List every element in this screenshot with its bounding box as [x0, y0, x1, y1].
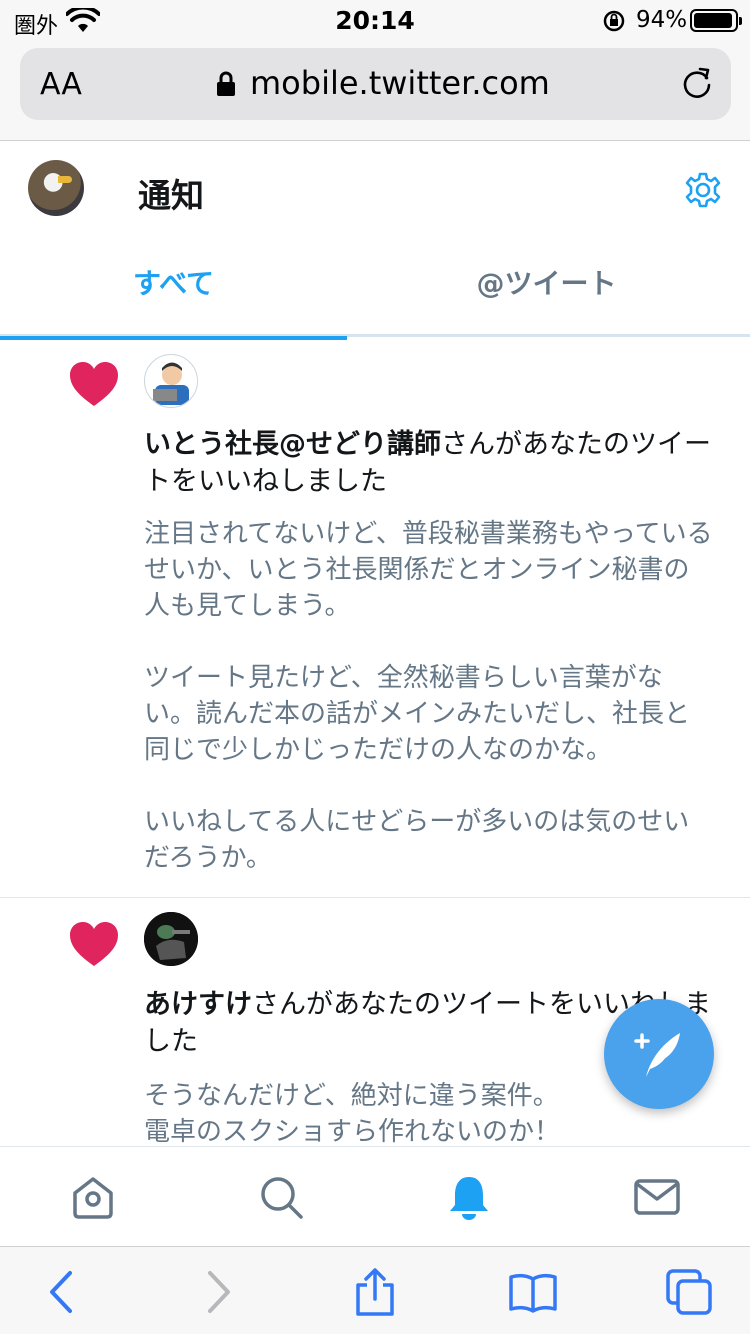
url-text[interactable]: mobile.twitter.com [250, 64, 550, 102]
page-title: 通知 [138, 176, 204, 215]
avatar-illustration-icon [144, 912, 198, 966]
my-avatar[interactable] [28, 160, 84, 216]
orientation-lock-icon [603, 10, 625, 32]
avatar-illustration-icon [153, 362, 189, 405]
tweet-paragraph: 電卓のスクショすら作れないのか！ [144, 1117, 561, 1146]
page-header: 通知 [0, 141, 750, 237]
address-bar[interactable]: AA mobile.twitter.com [20, 48, 731, 120]
gear-icon[interactable] [684, 171, 722, 209]
bell-icon[interactable] [445, 1173, 493, 1221]
tweet-paragraph: いいねしてる人にせどらーが多いのは気のせいだろうか。 [144, 807, 690, 873]
search-icon[interactable] [257, 1173, 305, 1221]
forward-icon[interactable] [192, 1267, 242, 1317]
notification-tabs: すべて @ツイート [0, 237, 750, 340]
heart-icon [70, 922, 118, 966]
tweet-paragraph: 注目されてないけど、普段秘書業務もやっているせいか、いとう社長関係だとオンライン… [144, 519, 713, 621]
user-avatar[interactable] [144, 354, 198, 408]
text-size-button[interactable]: AA [40, 67, 82, 102]
tabs-icon[interactable] [664, 1267, 714, 1317]
bottom-navigation [0, 1146, 750, 1246]
reload-icon[interactable] [680, 66, 714, 100]
notification-user-name[interactable]: あけすけ [144, 989, 252, 1020]
browser-toolbar [0, 1246, 750, 1334]
home-icon[interactable] [69, 1173, 117, 1221]
browser-address-area: AA mobile.twitter.com [0, 42, 750, 141]
tab-mentions[interactable]: @ツイート [373, 237, 720, 337]
bookmarks-icon[interactable] [508, 1267, 558, 1317]
battery-percent: 94% [636, 7, 688, 33]
tweet-paragraph: ツイート見たけど、全然秘書らしい言葉がない。読んだ本の話がメインみたいだし、社長… [144, 663, 691, 765]
heart-icon [70, 362, 118, 406]
tab-all[interactable]: すべて [0, 237, 347, 340]
compose-feather-icon [634, 1033, 680, 1077]
notification-user-name[interactable]: いとう社長@せどり講師 [144, 429, 441, 460]
battery-icon [690, 9, 742, 32]
notification-item[interactable]: いとう社長@せどり講師さんがあなたのツイートをいいねしました 注目されてないけど… [0, 340, 750, 898]
compose-tweet-button[interactable] [604, 999, 714, 1109]
back-icon[interactable] [38, 1267, 88, 1317]
status-bar: 圏外 20:14 94% [0, 0, 750, 42]
padlock-icon [217, 71, 235, 96]
notification-headline: いとう社長@せどり講師さんがあなたのツイートをいいねしました [144, 426, 714, 500]
user-avatar[interactable] [144, 912, 198, 966]
share-icon[interactable] [350, 1267, 400, 1317]
mail-icon[interactable] [633, 1173, 681, 1221]
tweet-text: 注目されてないけど、普段秘書業務もやっているせいか、いとう社長関係だとオンライン… [144, 516, 714, 876]
